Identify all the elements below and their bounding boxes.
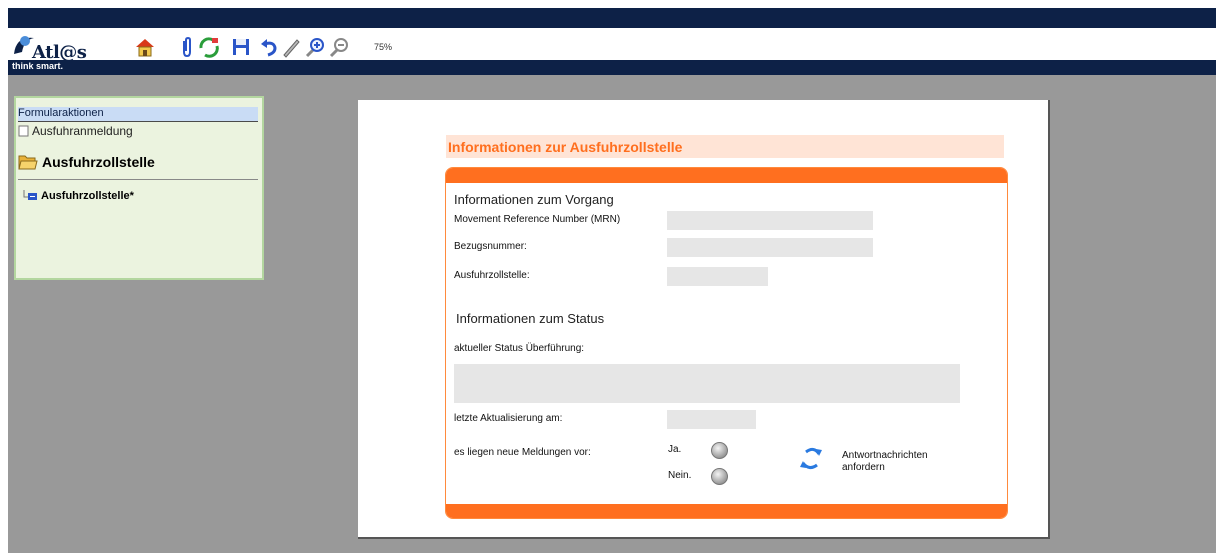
refresh-arrows-icon (800, 447, 822, 470)
request-responses-button[interactable]: Antwortnachrichten anfordern (796, 444, 946, 484)
sidebar-item-label: Ausfuhranmeldung (32, 124, 133, 138)
sidebar-folder-label: Ausfuhrzollstelle (42, 154, 155, 170)
form-page: Informationen zur Ausfuhrzollstelle Info… (358, 100, 1050, 539)
slogan: think smart. (12, 61, 64, 71)
yes-radio[interactable] (711, 442, 728, 459)
update-field[interactable] (667, 410, 756, 429)
panel-top-bar (446, 168, 1007, 183)
status-field[interactable] (454, 364, 960, 403)
zoom-level[interactable]: 75% (374, 42, 392, 52)
mrn-field[interactable] (667, 211, 873, 230)
no-radio[interactable] (711, 468, 728, 485)
bezugsnummer-label: Bezugsnummer: (454, 241, 527, 252)
mrn-label: Movement Reference Number (MRN) (454, 214, 621, 225)
request-label-line2: anfordern (842, 462, 885, 473)
app-frame: Atl@s 75% think smart. Formularaktionen … (8, 8, 1216, 553)
form-panel: Informationen zum Vorgang Movement Refer… (445, 167, 1008, 519)
yes-label: Ja. (668, 444, 682, 455)
no-label: Nein. (668, 470, 692, 481)
request-label-line1: Antwortnachrichten (842, 450, 928, 461)
request-responses-label: Antwortnachrichten anfordern (842, 450, 952, 474)
sidebar-subitem-label: Ausfuhrzollstelle* (41, 190, 134, 202)
bezugsnummer-field[interactable] (667, 238, 873, 257)
document-icon (18, 125, 29, 137)
top-band (8, 8, 1216, 28)
pen-icon[interactable] (280, 36, 302, 58)
form-actions-sidebar: Formularaktionen Ausfuhranmeldung Ausfuh… (14, 96, 264, 280)
refresh-icon[interactable] (198, 36, 220, 58)
sidebar-item-ausfuhranmeldung[interactable]: Ausfuhranmeldung (18, 124, 133, 138)
section-vorgang-heading: Informationen zum Vorgang (454, 192, 614, 207)
new-messages-label: es liegen neue Meldungen vor: (454, 447, 591, 458)
ausfuhrzollstelle-field[interactable] (667, 267, 768, 286)
attachment-icon[interactable] (176, 36, 198, 58)
zoom-in-icon[interactable] (304, 36, 326, 58)
panel-bottom-bar (446, 504, 1007, 518)
save-icon[interactable] (230, 36, 252, 58)
status-label: aktueller Status Überführung: (454, 343, 585, 354)
undo-icon[interactable] (258, 36, 280, 58)
section-status-heading: Informationen zum Status (456, 311, 605, 326)
sidebar-folder-ausfuhrzollstelle[interactable]: Ausfuhrzollstelle (18, 153, 155, 171)
form-title: Informationen zur Ausfuhrzollstelle (448, 139, 683, 155)
sidebar-divider (18, 179, 258, 180)
folder-open-icon (18, 155, 38, 170)
tree-branch-icon (23, 190, 37, 200)
sidebar-header: Formularaktionen (18, 107, 258, 122)
slogan-bar: think smart. (8, 60, 1216, 75)
update-label: letzte Aktualisierung am: (454, 413, 563, 424)
sidebar-subitem-ausfuhrzollstelle[interactable]: Ausfuhrzollstelle* (22, 190, 134, 202)
ausfuhrzollstelle-label: Ausfuhrzollstelle: (454, 270, 530, 281)
home-icon[interactable] (134, 36, 156, 58)
zoom-out-icon[interactable] (328, 36, 350, 58)
form-title-bar: Informationen zur Ausfuhrzollstelle (446, 135, 1004, 158)
